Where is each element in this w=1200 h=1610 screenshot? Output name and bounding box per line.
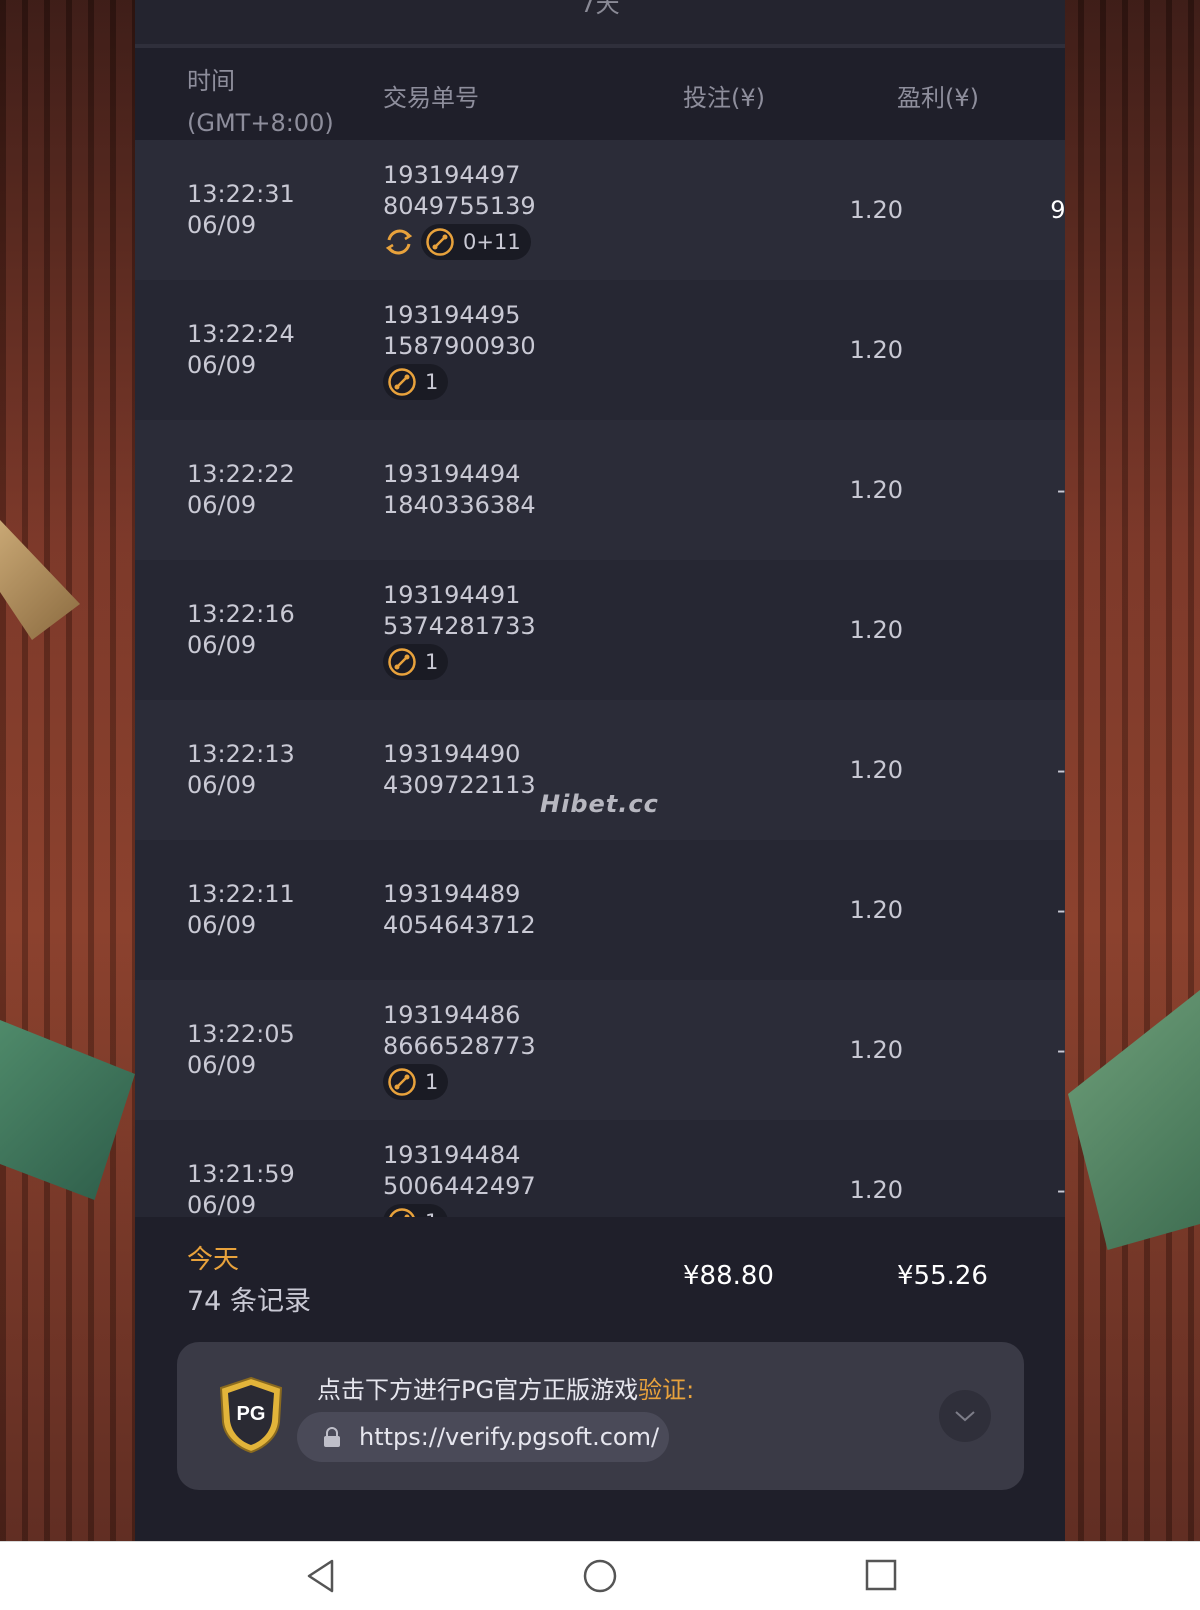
table-row[interactable]: 13:22:1606/09 19319449153742817331 1.20 0.0…: [135, 560, 1065, 700]
pg-verify-card[interactable]: PG 点击下方进行PG官方正版游戏验证: https://verify.pgso…: [177, 1342, 1024, 1490]
bet-column-header: 投注(¥): [683, 84, 765, 112]
home-circle-icon[interactable]: [582, 1558, 618, 1594]
row-bet: 1.20: [849, 1036, 903, 1064]
row-profit: -1.20: [1056, 896, 1065, 924]
summary-bar: 今天 74 条记录 ¥88.80 ¥55.26: [135, 1217, 1065, 1341]
row-profit: 0.00: [915, 560, 1065, 700]
free-spin-badge: 1: [383, 1204, 449, 1217]
row-profit: -0.96: [1056, 1176, 1065, 1204]
row-badges: 1: [383, 364, 536, 400]
row-profit: 98.76: [1050, 196, 1065, 224]
row-time: 13:22:16 06/09: [187, 600, 295, 659]
free-spin-badge: 1: [383, 644, 449, 680]
row-txid: 193194490 4309722113: [383, 740, 536, 799]
verify-message: 点击下方进行PG官方正版游戏验证:: [317, 1376, 695, 1404]
period-tab-strip: 7天: [135, 0, 1065, 48]
watermark: Hibet.cc: [540, 790, 659, 818]
pg-shield-icon: PG: [219, 1376, 283, 1454]
table-row[interactable]: 13:22:0506/09 19319448686665287731 1.20 -0.…: [135, 980, 1065, 1120]
row-txid: 193194486 8666528773 1: [383, 980, 536, 1120]
table-header: 时间 (GMT+8:00) 交易单号 投注(¥) 盈利(¥): [135, 48, 1065, 140]
row-txid: 193194489 4054643712: [383, 880, 536, 939]
svg-text:PG: PG: [237, 1403, 266, 1425]
row-time: 13:22:11 06/09: [187, 880, 295, 939]
row-time: 13:22:13 06/09: [187, 740, 295, 799]
row-badges: 1: [383, 1064, 536, 1100]
free-spin-badge: 0+11: [421, 224, 531, 260]
table-row[interactable]: 13:22:1106/09 1931944894054643712 1.20 -1.2…: [135, 840, 1065, 980]
verify-url-link[interactable]: https://verify.pgsoft.com/: [297, 1412, 669, 1462]
row-time: 13:22:22 06/09: [187, 460, 295, 519]
row-profit: -0.48: [1056, 1036, 1065, 1064]
profit-column-header: 盈利(¥): [897, 84, 979, 112]
row-badges: 0+11: [383, 224, 536, 260]
free-spin-icon: [426, 228, 454, 256]
bet-history-panel: 7天 时间 (GMT+8:00) 交易单号 投注(¥) 盈利(¥) 13:22:…: [135, 0, 1065, 1541]
table-row[interactable]: 13:22:2206/09 1931944941840336384 1.20 -1.2…: [135, 420, 1065, 560]
free-spin-badge: 1: [383, 364, 449, 400]
free-spin-icon: [388, 1068, 416, 1096]
row-time: 13:22:31 06/09: [187, 180, 295, 239]
row-txid: 193194495 1587900930 1: [383, 280, 536, 420]
expand-toggle-button[interactable]: [939, 1390, 991, 1442]
free-spin-icon: [388, 648, 416, 676]
row-bet: 1.20: [849, 896, 903, 924]
free-spin-badge: 1: [383, 1064, 449, 1100]
verify-url-text: https://verify.pgsoft.com/: [359, 1423, 660, 1451]
row-bet: 1.20: [849, 476, 903, 504]
row-profit: -1.20: [1056, 476, 1065, 504]
summary-period[interactable]: 今天: [187, 1239, 239, 1276]
row-bet: 1.20: [849, 336, 903, 364]
total-bet: ¥88.80: [683, 1261, 774, 1291]
row-txid: 193194494 1840336384: [383, 460, 536, 519]
chevron-down-icon: [955, 1411, 975, 1422]
row-txid: 193194497 8049755139 0+11: [383, 140, 536, 280]
respin-icon: [385, 229, 413, 255]
recents-square-icon[interactable]: [864, 1558, 898, 1592]
time-column-header: 时间 (GMT+8:00): [187, 67, 334, 137]
lock-icon: [324, 1427, 340, 1447]
back-triangle-icon[interactable]: [304, 1558, 336, 1594]
total-profit: ¥55.26: [897, 1261, 988, 1291]
row-txid: 19319448450064424971: [383, 1120, 536, 1217]
transaction-list[interactable]: 13:22:31 06/09 193194497 8049755139 0+11 1.20…: [135, 140, 1065, 1217]
txid-column-header: 交易单号: [383, 84, 479, 112]
row-bet: 1.20: [849, 1176, 903, 1204]
system-nav-bar: [0, 1541, 1200, 1610]
row-badges: 1: [383, 644, 536, 680]
table-row[interactable]: 13:21:5906/09 19319448450064424971 1.20 -0.…: [135, 1120, 1065, 1217]
free-spin-icon: [389, 1208, 415, 1217]
row-time: 13:21:59 06/09: [187, 1160, 295, 1217]
period-tab-partial[interactable]: 7天: [135, 0, 1065, 19]
row-bet: 1.20: [849, 196, 903, 224]
row-profit: -1.20: [1056, 756, 1065, 784]
row-txid: 193194491 5374281733 1: [383, 560, 536, 700]
record-count: 74 条记录: [187, 1286, 311, 1317]
table-row[interactable]: 13:22:31 06/09 193194497 8049755139 0+11 1.20…: [135, 140, 1065, 280]
row-profit: 0.00: [915, 280, 1065, 420]
row-bet: 1.20: [849, 616, 903, 644]
table-row[interactable]: 13:22:1306/09 1931944904309722113 1.20 -1.2…: [135, 700, 1065, 840]
table-row[interactable]: 13:22:2406/09 19319449515879009301 1.20 0.0…: [135, 280, 1065, 420]
free-spin-icon: [388, 368, 416, 396]
row-time: 13:22:24 06/09: [187, 320, 295, 379]
row-time: 13:22:05 06/09: [187, 1020, 295, 1079]
row-badges: 1: [383, 1204, 536, 1217]
row-bet: 1.20: [849, 756, 903, 784]
